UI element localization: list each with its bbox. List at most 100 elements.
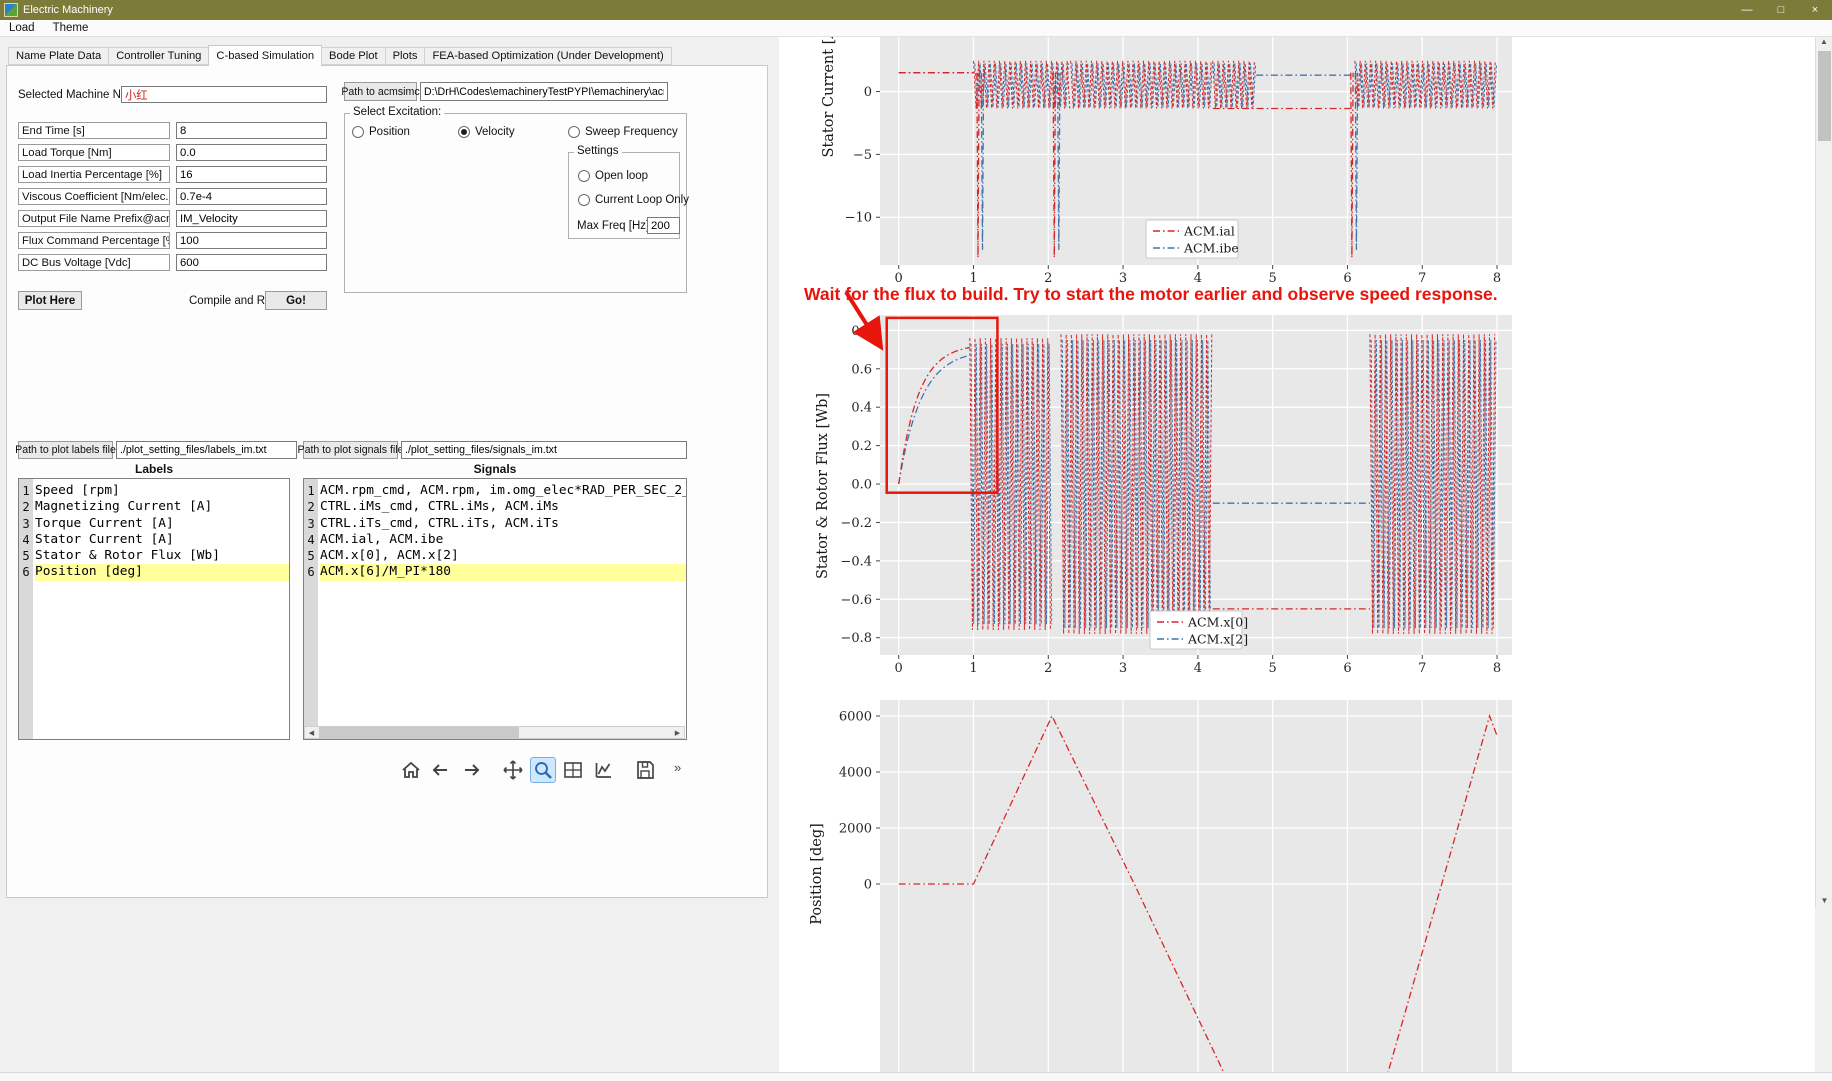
radio-icon[interactable] <box>578 194 590 206</box>
signals-editor[interactable]: 1 234 56 ACM.rpm_cmd, ACM.rpm, im.omg_elec… <box>303 478 687 740</box>
radio-label: Position <box>369 126 410 138</box>
maximize-button[interactable]: □ <box>1764 0 1798 20</box>
titlebar: Electric Machinery — □ × <box>0 0 1832 20</box>
radio-position[interactable]: Position <box>352 126 410 138</box>
line-number: 6 <box>22 565 30 580</box>
path-to-plot-labels-button[interactable]: Path to plot labels file <box>15 441 116 459</box>
labels-editor[interactable]: 1 234 56 Speed [rpm] Magnetizing Current [A… <box>18 478 290 740</box>
radio-velocity[interactable]: Velocity <box>458 126 515 138</box>
plot-here-button[interactable]: Plot Here <box>18 291 82 310</box>
editor-line[interactable]: Stator & Rotor Flux [Wb] <box>35 548 289 564</box>
editor-line[interactable]: ACM.x[6]/M_PI*180 <box>320 564 686 581</box>
editor-line[interactable]: ACM.rpm_cmd, ACM.rpm, im.omg_elec*RAD_PE… <box>320 483 686 499</box>
line-number: 5 <box>22 549 30 564</box>
tick-label: 0.4 <box>851 401 872 416</box>
radio-current-loop-only[interactable]: Current Loop Only <box>578 194 689 206</box>
radio-open-loop[interactable]: Open loop <box>578 170 648 182</box>
labels-lines: Speed [rpm] Magnetizing Current [A] Torque… <box>33 479 289 739</box>
machine-name-input[interactable] <box>121 86 327 103</box>
tick-label: 2 <box>1044 661 1052 676</box>
hscroll-thumb[interactable] <box>319 727 519 738</box>
chart-stator-rotor-flux-wb: 0.8 0.6 0.4 0.2 0.0 −0.2 −0.4 −0.6 −0.8 0 1 2 3 4 5 6 7 8… <box>815 315 1512 676</box>
line-number: 1 <box>307 484 315 498</box>
settings-title: Settings <box>574 145 622 157</box>
pan-icon[interactable] <box>500 757 526 783</box>
menu-load[interactable]: Load <box>0 20 44 36</box>
save-icon[interactable] <box>632 757 658 783</box>
param-input-load-inertia-percentage[interactable] <box>176 166 327 183</box>
signals-hscrollbar[interactable]: ◀ ▶ <box>304 726 685 739</box>
line-number: 3 <box>22 516 30 531</box>
hscroll-track[interactable] <box>318 727 671 738</box>
y-axis-label: Stator & Rotor Flux [Wb] <box>815 393 831 579</box>
tick-label: 3 <box>1119 661 1127 676</box>
param-label-end-time-s: End Time [s] <box>18 122 170 139</box>
path-to-plot-signals-button[interactable]: Path to plot signals file <box>298 441 404 459</box>
legend-entry: ACM.x[0] <box>1187 615 1248 630</box>
editor-line[interactable]: Speed [rpm] <box>35 483 289 499</box>
scroll-right-icon[interactable]: ▶ <box>671 727 684 738</box>
scroll-left-icon[interactable]: ◀ <box>305 727 318 738</box>
acmsimc-path-input[interactable] <box>420 82 668 101</box>
param-label-flux-command-percentage: Flux Command Percentage [%] <box>18 232 170 249</box>
radio-label: Open loop <box>595 170 649 182</box>
editor-line[interactable]: ACM.ial, ACM.ibe <box>320 532 686 548</box>
toolbar-overflow-chevron[interactable]: » <box>674 760 681 775</box>
plots-vscrollbar[interactable]: ▲ ▼ <box>1815 33 1832 908</box>
signals-path-input[interactable] <box>401 441 687 459</box>
line-number: 2 <box>307 500 315 515</box>
param-input-end-time-s[interactable] <box>176 122 327 139</box>
zoom-icon[interactable] <box>530 757 556 783</box>
param-input-viscous-coefficient-nm-elec-rad-s[interactable] <box>176 188 327 205</box>
radio-icon[interactable] <box>352 126 364 138</box>
tab-plots[interactable]: Plots <box>384 47 426 65</box>
minimize-button[interactable]: — <box>1730 0 1764 20</box>
path-to-acmsimc-button[interactable]: Path to acmsimc <box>341 82 420 101</box>
editor-line[interactable]: Stator Current [A] <box>35 532 289 548</box>
editor-line[interactable]: Position [deg] <box>35 564 289 581</box>
y-axis-label: Stator Current [A] <box>821 23 837 158</box>
line-number: 2 <box>22 500 30 515</box>
param-input-load-torque-nm[interactable] <box>176 144 327 161</box>
tick-label: 4 <box>1194 661 1202 676</box>
line-number: 4 <box>22 532 30 547</box>
close-button[interactable]: × <box>1798 0 1832 20</box>
tab-controller-tuning[interactable]: Controller Tuning <box>108 47 210 65</box>
tick-label: 0 <box>864 877 872 892</box>
editor-line[interactable]: Magnetizing Current [A] <box>35 499 289 515</box>
go-button[interactable]: Go! <box>265 291 327 310</box>
tab-fea-based-optimization-under-development[interactable]: FEA-based Optimization (Under Developmen… <box>424 47 672 65</box>
labels-path-input[interactable] <box>116 441 297 459</box>
param-input-flux-command-percentage[interactable] <box>176 232 327 249</box>
scroll-down-icon[interactable]: ▼ <box>1816 892 1832 908</box>
max-freq-input[interactable] <box>647 217 680 234</box>
home-icon[interactable] <box>398 757 424 783</box>
editor-line[interactable]: CTRL.iMs_cmd, CTRL.iMs, ACM.iMs <box>320 499 686 515</box>
tab-bode-plot[interactable]: Bode Plot <box>321 47 386 65</box>
param-input-dc-bus-voltage-vdc[interactable] <box>176 254 327 271</box>
radio-icon[interactable] <box>458 126 470 138</box>
labels-editor-title: Labels <box>134 462 173 476</box>
tick-label: 4000 <box>839 765 872 780</box>
param-input-output-file-name-prefix-acmsimc[interactable] <box>176 210 327 227</box>
tick-label: −10 <box>845 211 872 226</box>
editor-line[interactable]: Torque Current [A] <box>35 516 289 532</box>
customize-icon[interactable] <box>590 757 616 783</box>
forward-icon[interactable] <box>458 757 484 783</box>
editor-line[interactable]: ACM.x[0], ACM.x[2] <box>320 548 686 564</box>
back-icon[interactable] <box>428 757 454 783</box>
tab-name-plate-data[interactable]: Name Plate Data <box>8 47 110 65</box>
radio-icon[interactable] <box>578 170 590 182</box>
menu-theme[interactable]: Theme <box>44 20 98 36</box>
radio-icon[interactable] <box>568 126 580 138</box>
editor-line[interactable]: CTRL.iTs_cmd, CTRL.iTs, ACM.iTs <box>320 516 686 532</box>
subplots-icon[interactable] <box>560 757 586 783</box>
signals-editor-title: Signals <box>473 462 517 476</box>
tick-label: −0.6 <box>840 593 872 608</box>
vscroll-thumb[interactable] <box>1818 51 1831 141</box>
tick-label: 7 <box>1418 661 1426 676</box>
tab-c-based-simulation[interactable]: C-based Simulation <box>208 45 323 66</box>
radio-sweep-frequency[interactable]: Sweep Frequency <box>568 126 678 138</box>
labels-gutter: 1 234 56 <box>19 479 33 739</box>
line-number: 5 <box>307 549 315 564</box>
